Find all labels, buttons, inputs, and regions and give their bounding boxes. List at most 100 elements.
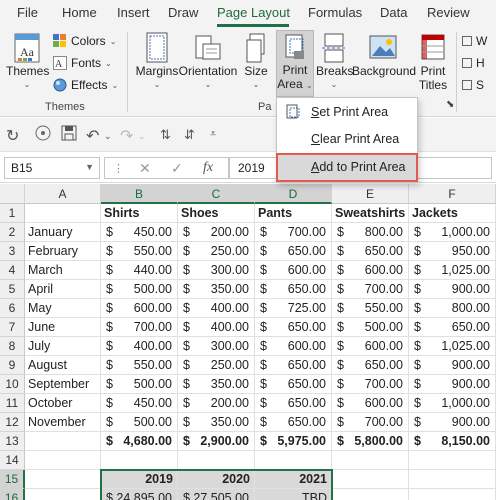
customize-qat-icon[interactable]: ⩡	[210, 128, 216, 141]
month-label[interactable]: March	[25, 261, 101, 280]
chevron-down-icon[interactable]: ⌄	[104, 131, 112, 142]
row-header-3[interactable]: 3	[0, 242, 25, 261]
table-cell[interactable]	[332, 470, 409, 489]
row-header-1[interactable]: 1	[0, 204, 25, 223]
sales-value[interactable]: $350.00	[178, 375, 255, 394]
sales-value[interactable]: $400.00	[178, 318, 255, 337]
sales-value[interactable]: $700.00	[332, 280, 409, 299]
tab-home[interactable]: Home	[62, 5, 97, 20]
sales-value[interactable]: $500.00	[101, 375, 178, 394]
sales-value[interactable]: $650.00	[332, 242, 409, 261]
row-header-15[interactable]: 15	[0, 470, 25, 489]
year-total[interactable]: $24,895.00	[101, 489, 178, 500]
height-button[interactable]: H	[462, 56, 485, 70]
total-value[interactable]: $8,150.00	[409, 432, 496, 451]
sales-value[interactable]: $450.00	[101, 394, 178, 413]
sort-icon[interactable]: ⇅	[160, 127, 171, 143]
sales-value[interactable]: $650.00	[332, 356, 409, 375]
row-header-9[interactable]: 9	[0, 356, 25, 375]
scale-button[interactable]: S	[462, 78, 484, 92]
month-label[interactable]: November	[25, 413, 101, 432]
table-cell[interactable]	[25, 204, 101, 223]
table-cell[interactable]	[332, 489, 409, 500]
sales-value[interactable]: $200.00	[178, 394, 255, 413]
sales-value[interactable]: $1,025.00	[409, 337, 496, 356]
table-cell[interactable]	[25, 489, 101, 500]
column-title[interactable]: Sweatshirts	[332, 204, 409, 223]
year-total[interactable]: TBD	[255, 489, 332, 500]
sales-value[interactable]: $450.00	[101, 223, 178, 242]
column-header-d[interactable]: D	[255, 184, 332, 204]
sales-value[interactable]: $250.00	[178, 356, 255, 375]
column-header-a[interactable]: A	[25, 184, 101, 204]
worksheet-grid[interactable]: A B C D E F 1 2 3 4 5 6 7 8 9 10 11 12 13 14 15 16 Shirts Shoes…	[0, 184, 496, 500]
add-to-print-area-item[interactable]: Add to Print Area	[276, 153, 418, 182]
sales-value[interactable]: $650.00	[255, 356, 332, 375]
row-header-4[interactable]: 4	[0, 261, 25, 280]
total-value[interactable]: $2,900.00	[178, 432, 255, 451]
themes-button[interactable]: Aa Themes ⌄	[6, 32, 49, 92]
breaks-button[interactable]: Breaks ⌄	[316, 32, 353, 92]
column-title[interactable]: Pants	[255, 204, 332, 223]
column-title[interactable]: Jackets	[409, 204, 496, 223]
column-header-b[interactable]: B	[101, 184, 178, 204]
year-header[interactable]: 2019	[101, 470, 178, 489]
colors-button[interactable]: Colors ⌄	[53, 34, 116, 48]
sales-value[interactable]: $200.00	[178, 223, 255, 242]
sales-value[interactable]: $900.00	[409, 413, 496, 432]
set-print-area-item[interactable]: Set Print Area	[277, 100, 417, 124]
sales-value[interactable]: $650.00	[255, 394, 332, 413]
total-value[interactable]: $5,800.00	[332, 432, 409, 451]
row-header-6[interactable]: 6	[0, 299, 25, 318]
tab-formulas[interactable]: Formulas	[308, 5, 362, 20]
sales-value[interactable]: $700.00	[332, 375, 409, 394]
month-label[interactable]: April	[25, 280, 101, 299]
sales-value[interactable]: $650.00	[255, 242, 332, 261]
sales-value[interactable]: $600.00	[101, 299, 178, 318]
sales-value[interactable]: $600.00	[332, 394, 409, 413]
table-cell[interactable]	[332, 451, 409, 470]
sales-value[interactable]: $1,025.00	[409, 261, 496, 280]
month-label[interactable]: July	[25, 337, 101, 356]
year-header[interactable]: 2021	[255, 470, 332, 489]
sales-value[interactable]: $650.00	[255, 375, 332, 394]
width-button[interactable]: W	[462, 34, 487, 48]
column-title[interactable]: Shoes	[178, 204, 255, 223]
tab-data[interactable]: Data	[380, 5, 407, 20]
row-header-11[interactable]: 11	[0, 394, 25, 413]
column-header-e[interactable]: E	[332, 184, 409, 204]
sales-value[interactable]: $800.00	[332, 223, 409, 242]
total-value[interactable]: $5,975.00	[255, 432, 332, 451]
sales-value[interactable]: $950.00	[409, 242, 496, 261]
sales-value[interactable]: $440.00	[101, 261, 178, 280]
sales-value[interactable]: $600.00	[255, 337, 332, 356]
row-header-8[interactable]: 8	[0, 337, 25, 356]
background-button[interactable]: Background	[352, 32, 416, 78]
sales-value[interactable]: $725.00	[255, 299, 332, 318]
sort-desc-icon[interactable]: ⇵	[184, 127, 195, 143]
sales-value[interactable]: $400.00	[101, 337, 178, 356]
tab-draw[interactable]: Draw	[168, 5, 198, 20]
column-title[interactable]: Shirts	[101, 204, 178, 223]
row-header-13[interactable]: 13	[0, 432, 25, 451]
sales-value[interactable]: $550.00	[332, 299, 409, 318]
sales-value[interactable]: $700.00	[332, 413, 409, 432]
sales-value[interactable]: $500.00	[101, 280, 178, 299]
select-all-corner[interactable]	[0, 184, 25, 204]
month-label[interactable]: January	[25, 223, 101, 242]
touch-mode-icon[interactable]	[34, 124, 52, 147]
row-header-16[interactable]: 16	[0, 489, 25, 500]
year-total[interactable]: $27,505.00	[178, 489, 255, 500]
sales-value[interactable]: $900.00	[409, 375, 496, 394]
year-header[interactable]: 2020	[178, 470, 255, 489]
month-label[interactable]: May	[25, 299, 101, 318]
sales-value[interactable]: $800.00	[409, 299, 496, 318]
sales-value[interactable]: $250.00	[178, 242, 255, 261]
tab-page-layout[interactable]: Page Layout	[217, 5, 290, 20]
row-header-2[interactable]: 2	[0, 223, 25, 242]
chevron-down-icon[interactable]: ⌄	[138, 131, 146, 142]
sales-value[interactable]: $300.00	[178, 261, 255, 280]
table-cell[interactable]	[409, 451, 496, 470]
table-cell[interactable]	[409, 470, 496, 489]
chevron-down-icon[interactable]: ▼	[85, 162, 94, 172]
